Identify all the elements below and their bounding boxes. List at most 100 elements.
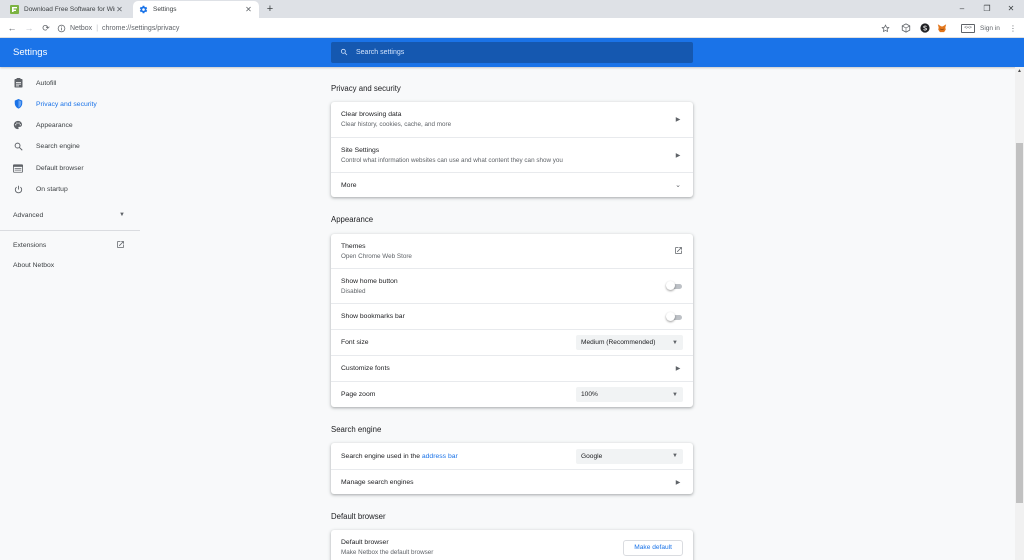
tab-title: Download Free Software for Wind <box>24 6 115 13</box>
address-bar-link[interactable]: address bar <box>422 453 458 460</box>
open-external-icon[interactable] <box>674 246 683 257</box>
section-title-privacy: Privacy and security <box>331 84 401 93</box>
shield-icon <box>13 99 23 109</box>
default-browser-card: Default browser Make Netbox the default … <box>331 530 693 560</box>
arrow-right-icon: ▶ <box>675 479 681 486</box>
sidebar-item-label: Default browser <box>36 164 84 172</box>
bookmarks-bar-toggle[interactable] <box>666 311 682 322</box>
browser-toolbar: ← → ⟳ Netbox | chrome://settings/privacy… <box>0 18 1024 38</box>
sidebar-divider <box>0 230 140 231</box>
browser-icon <box>13 163 23 173</box>
sidebar-item-about[interactable]: About Netbox <box>13 262 54 269</box>
settings-header: Settings Search settings <box>0 38 1024 67</box>
row-primary-text: Manage search engines <box>341 478 414 486</box>
font-size-select[interactable]: Medium (Recommended) ▼ <box>576 335 683 350</box>
more-privacy-row[interactable]: More ⌄ <box>331 172 693 197</box>
caret-down-icon: ▼ <box>672 391 678 398</box>
row-primary-text: More <box>341 181 357 189</box>
row-primary-text: Show bookmarks bar <box>341 313 405 320</box>
tab-close-icon[interactable]: ✕ <box>244 5 253 14</box>
search-settings-input[interactable]: Search settings <box>331 42 693 63</box>
sidebar-item-autofill[interactable]: Autofill <box>0 73 140 93</box>
row-secondary-text: Open Chrome Web Store <box>341 252 412 260</box>
sidebar-item-appearance[interactable]: Appearance <box>0 115 140 135</box>
row-secondary-text: Make Netbox the default browser <box>341 549 434 556</box>
page-scrollbar[interactable]: ▲ <box>1015 67 1024 560</box>
sidebar-item-extensions[interactable]: Extensions <box>13 239 125 251</box>
make-default-button[interactable]: Make default <box>623 539 683 556</box>
extension-cube-icon[interactable] <box>900 22 912 34</box>
profile-card-icon: <•> <box>961 23 975 33</box>
site-settings-row[interactable]: Site Settings Control what information w… <box>331 137 693 172</box>
minimize-button[interactable]: – <box>949 0 975 18</box>
palette-icon <box>13 120 23 130</box>
site-name: Netbox <box>70 24 93 32</box>
sidebar-item-on-startup[interactable]: On startup <box>0 179 140 199</box>
extension-fox-icon[interactable] <box>936 22 948 34</box>
section-title-search-engine: Search engine <box>331 425 382 434</box>
row-primary-text: Show home button <box>341 277 398 285</box>
search-engine-card: Search engine used in the address bar Go… <box>331 443 693 494</box>
page-zoom-select[interactable]: 100% ▼ <box>576 387 683 402</box>
url-text: chrome://settings/privacy <box>102 24 180 32</box>
privacy-card: Clear browsing data Clear history, cooki… <box>331 102 693 197</box>
select-value: 100% <box>581 391 598 398</box>
sidebar-item-privacy[interactable]: Privacy and security <box>0 94 140 114</box>
default-browser-row: Default browser Make Netbox the default … <box>331 530 693 560</box>
sidebar-item-advanced[interactable]: Advanced ▼ <box>13 209 125 221</box>
manage-search-engines-row[interactable]: Manage search engines ▶ <box>331 469 693 494</box>
page-zoom-row: Page zoom 100% ▼ <box>331 381 693 407</box>
section-title-appearance: Appearance <box>331 215 374 224</box>
tab-settings[interactable]: Settings ✕ <box>133 1 259 18</box>
select-value: Medium (Recommended) <box>581 339 656 346</box>
row-primary-text: Default browser <box>341 539 389 546</box>
select-value: Google <box>581 452 603 460</box>
scrollbar-thumb[interactable] <box>1016 143 1023 503</box>
sign-in-button[interactable]: <•> Sign in <box>961 21 1000 35</box>
restore-button[interactable]: ❐ <box>974 0 1000 18</box>
site-favicon-icon <box>10 5 19 14</box>
forward-button[interactable]: → <box>22 21 36 35</box>
sidebar-item-label: Extensions <box>13 241 47 249</box>
clear-browsing-data-row[interactable]: Clear browsing data Clear history, cooki… <box>331 102 693 137</box>
arrow-right-icon: ▶ <box>675 117 681 123</box>
settings-sidebar: Autofill Privacy and security Appearance… <box>0 67 140 560</box>
caret-down-icon: ▼ <box>119 212 125 218</box>
reload-button[interactable]: ⟳ <box>39 21 53 35</box>
row-secondary-text: Clear history, cookies, cache, and more <box>341 121 452 128</box>
tab-strip: Download Free Software for Wind ✕ Settin… <box>0 0 1024 18</box>
home-button-toggle[interactable] <box>666 281 682 291</box>
sidebar-item-label: Search engine <box>36 142 80 150</box>
row-primary-text: Page zoom <box>341 391 376 398</box>
sidebar-item-label: Advanced <box>13 211 44 219</box>
search-engine-row: Search engine used in the address bar Go… <box>331 443 693 469</box>
scroll-up-icon[interactable]: ▲ <box>1015 67 1024 76</box>
row-primary-text: Themes <box>341 242 366 250</box>
menu-kebab-icon[interactable]: ⋮ <box>1007 22 1019 34</box>
font-size-row: Font size Medium (Recommended) ▼ <box>331 329 693 355</box>
row-primary-text: Search engine used in the address bar <box>341 453 576 460</box>
arrow-right-icon: ▶ <box>675 366 681 372</box>
sign-in-label: Sign in <box>980 24 1000 32</box>
sidebar-item-label: Autofill <box>36 79 57 87</box>
close-window-button[interactable]: ✕ <box>998 0 1024 18</box>
tab-download-software[interactable]: Download Free Software for Wind ✕ <box>4 1 130 18</box>
new-tab-button[interactable]: + <box>263 2 277 16</box>
sidebar-item-label: Appearance <box>36 121 73 129</box>
address-bar[interactable]: Netbox | chrome://settings/privacy <box>57 21 877 35</box>
site-info-chip[interactable]: Netbox <box>57 24 92 33</box>
caret-down-icon: ▼ <box>672 339 678 346</box>
settings-gear-icon <box>139 5 148 14</box>
back-button[interactable]: ← <box>5 21 19 35</box>
sidebar-item-search-engine[interactable]: Search engine <box>0 136 140 156</box>
search-placeholder: Search settings <box>356 49 405 56</box>
extension-s-icon[interactable] <box>919 22 931 34</box>
tab-close-icon[interactable]: ✕ <box>115 5 124 14</box>
search-engine-select[interactable]: Google ▼ <box>576 448 683 464</box>
sidebar-item-default-browser[interactable]: Default browser <box>0 158 140 178</box>
page-title: Settings <box>13 47 48 58</box>
themes-row[interactable]: Themes Open Chrome Web Store <box>331 234 693 268</box>
bookmark-star-icon[interactable] <box>879 22 891 34</box>
site-info-icon <box>57 24 66 32</box>
customize-fonts-row[interactable]: Customize fonts ▶ <box>331 355 693 381</box>
